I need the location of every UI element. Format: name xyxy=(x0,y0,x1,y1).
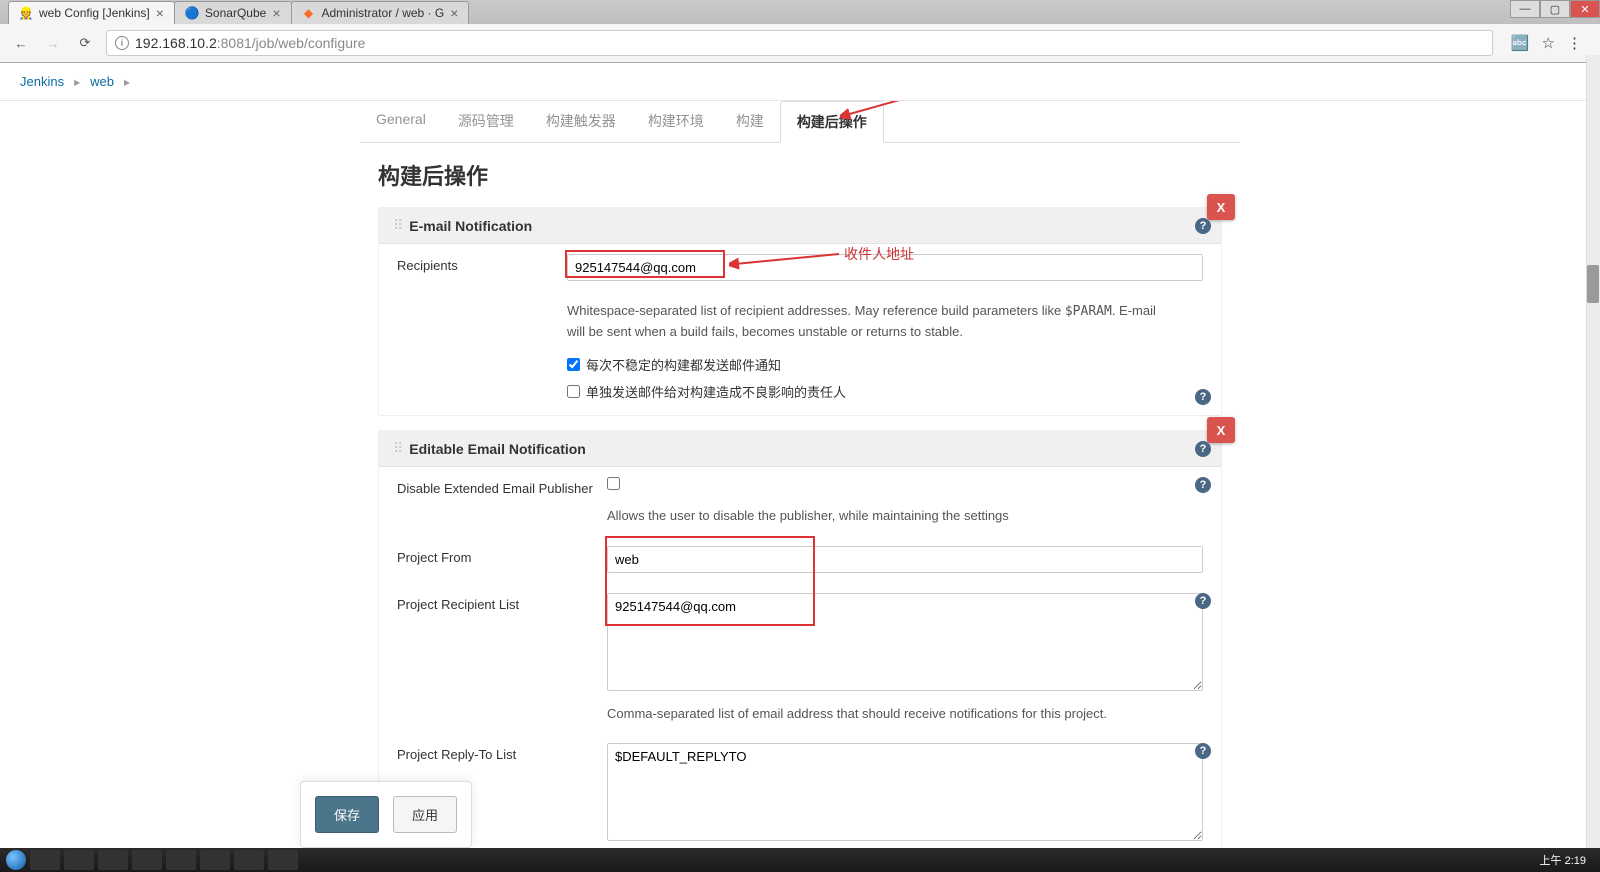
disable-publisher-desc: Allows the user to disable the publisher… xyxy=(607,506,1203,526)
url-host: 192.168.10.2 xyxy=(135,35,217,51)
menu-icon[interactable]: ⋮ xyxy=(1567,34,1582,52)
breadcrumb: Jenkins ▸ web ▸ xyxy=(0,63,1600,101)
chevron-right-icon: ▸ xyxy=(70,75,84,89)
breadcrumb-jenkins[interactable]: Jenkins xyxy=(14,71,70,92)
tab-title: web Config [Jenkins] xyxy=(39,6,150,20)
start-button[interactable] xyxy=(6,850,26,870)
config-panel: General 源码管理 构建触发器 构建环境 构建 构建后操作 构建后操作 X… xyxy=(360,101,1240,783)
disable-publisher-checkbox[interactable] xyxy=(607,477,620,490)
taskbar-item[interactable] xyxy=(268,850,298,870)
checkbox-label: 每次不稳定的构建都发送邮件通知 xyxy=(586,355,781,374)
browser-tab-jenkins[interactable]: 👷 web Config [Jenkins] × xyxy=(8,1,175,24)
taskbar-item[interactable] xyxy=(64,850,94,870)
drag-handle-icon[interactable]: ⠿ xyxy=(393,440,401,457)
help-icon[interactable]: ? xyxy=(1195,389,1211,405)
bookmark-icon[interactable]: ☆ xyxy=(1542,34,1555,52)
nav-reload[interactable]: ⟳ xyxy=(74,32,96,54)
checkbox-unstable-notify[interactable]: 每次不稳定的构建都发送邮件通知 xyxy=(567,351,1203,378)
window-controls: — ▢ ✕ xyxy=(1510,0,1600,18)
recipients-label: Recipients xyxy=(397,254,567,273)
drag-handle-icon[interactable]: ⠿ xyxy=(393,217,401,234)
delete-button[interactable]: X xyxy=(1207,417,1235,443)
delete-button[interactable]: X xyxy=(1207,194,1235,220)
browser-chrome: 👷 web Config [Jenkins] × 🔵 SonarQube × ◆… xyxy=(0,0,1600,63)
disable-publisher-label: Disable Extended Email Publisher xyxy=(397,477,607,496)
content-area: General 源码管理 构建触发器 构建环境 构建 构建后操作 构建后操作 X… xyxy=(0,101,1600,863)
section-heading: 构建后操作 xyxy=(360,143,1240,207)
close-icon[interactable]: × xyxy=(156,6,164,20)
site-info-icon[interactable]: i xyxy=(115,36,129,50)
win-maximize[interactable]: ▢ xyxy=(1540,0,1570,18)
checkbox-label: 单独发送邮件给对构建造成不良影响的责任人 xyxy=(586,382,846,401)
apply-button[interactable]: 应用 xyxy=(393,796,457,833)
project-recipient-desc: Comma-separated list of email address th… xyxy=(607,704,1203,724)
taskbar-item[interactable] xyxy=(132,850,162,870)
save-button[interactable]: 保存 xyxy=(315,796,379,833)
project-recipient-label: Project Recipient List xyxy=(397,593,607,612)
email-notification-card: X ⠿ E-mail Notification ? Recipients 收件人… xyxy=(378,207,1222,416)
chevron-right-icon: ▸ xyxy=(120,75,134,89)
tab-general[interactable]: General xyxy=(360,101,442,142)
taskbar-item[interactable] xyxy=(166,850,196,870)
taskbar-item[interactable] xyxy=(98,850,128,870)
url-path: /job/web/configure xyxy=(252,35,366,51)
jenkins-icon: 👷 xyxy=(19,6,33,20)
tab-triggers[interactable]: 构建触发器 xyxy=(530,101,632,142)
taskbar-item[interactable] xyxy=(200,850,230,870)
help-icon[interactable]: ? xyxy=(1195,218,1211,234)
close-icon[interactable]: × xyxy=(450,6,458,20)
card-title: Editable Email Notification xyxy=(409,441,586,457)
system-clock: 上午 2:19 xyxy=(1540,852,1594,868)
tab-title: SonarQube xyxy=(205,6,266,20)
checkbox-input[interactable] xyxy=(567,385,580,398)
project-from-label: Project From xyxy=(397,546,607,565)
editable-email-card: X ⠿ Editable Email Notification ? Disabl… xyxy=(378,430,1222,863)
project-recipient-textarea[interactable] xyxy=(607,593,1203,691)
tab-env[interactable]: 构建环境 xyxy=(632,101,720,142)
breadcrumb-web[interactable]: web xyxy=(84,71,120,92)
recipients-input[interactable] xyxy=(567,254,1203,281)
tab-scm[interactable]: 源码管理 xyxy=(442,101,530,142)
nav-back[interactable]: ← xyxy=(10,32,32,54)
scrollbar-thumb[interactable] xyxy=(1587,265,1599,303)
address-bar: ← → ⟳ i 192.168.10.2:8081/job/web/config… xyxy=(0,24,1600,62)
taskbar-item[interactable] xyxy=(234,850,264,870)
url-input[interactable]: i 192.168.10.2:8081/job/web/configure xyxy=(106,30,1493,56)
win-close[interactable]: ✕ xyxy=(1570,0,1600,18)
footer-actions: 保存 应用 xyxy=(300,781,472,848)
help-icon[interactable]: ? xyxy=(1195,477,1211,493)
url-port: :8081 xyxy=(217,35,252,51)
checkbox-input[interactable] xyxy=(567,358,580,371)
tab-build[interactable]: 构建 xyxy=(720,101,780,142)
gitlab-icon: ◆ xyxy=(302,6,316,20)
browser-tab-sonar[interactable]: 🔵 SonarQube × xyxy=(174,1,292,24)
taskbar-item[interactable] xyxy=(30,850,60,870)
help-icon[interactable]: ? xyxy=(1195,593,1211,609)
tab-title: Administrator / web · G xyxy=(322,6,445,20)
win-minimize[interactable]: — xyxy=(1510,0,1540,18)
help-icon[interactable]: ? xyxy=(1195,441,1211,457)
sonar-icon: 🔵 xyxy=(185,6,199,20)
taskbar: 上午 2:19 xyxy=(0,848,1600,872)
close-icon[interactable]: × xyxy=(272,6,280,20)
checkbox-individual-culprits[interactable]: 单独发送邮件给对构建造成不良影响的责任人 xyxy=(567,378,1203,405)
tab-bar: 👷 web Config [Jenkins] × 🔵 SonarQube × ◆… xyxy=(0,0,1600,24)
help-icon[interactable]: ? xyxy=(1195,743,1211,759)
nav-forward[interactable]: → xyxy=(42,32,64,54)
browser-tab-gitlab[interactable]: ◆ Administrator / web · G × xyxy=(291,1,470,24)
translate-icon[interactable]: 🔤 xyxy=(1511,34,1530,52)
tab-postbuild[interactable]: 构建后操作 xyxy=(780,101,884,143)
config-tabs: General 源码管理 构建触发器 构建环境 构建 构建后操作 xyxy=(360,101,1240,143)
recipients-description: Whitespace-separated list of recipient a… xyxy=(567,301,1203,341)
card-title: E-mail Notification xyxy=(409,218,532,234)
scrollbar-vertical[interactable] xyxy=(1586,55,1600,848)
project-replyto-label: Project Reply-To List xyxy=(397,743,607,762)
project-replyto-textarea[interactable] xyxy=(607,743,1203,841)
project-from-input[interactable] xyxy=(607,546,1203,573)
